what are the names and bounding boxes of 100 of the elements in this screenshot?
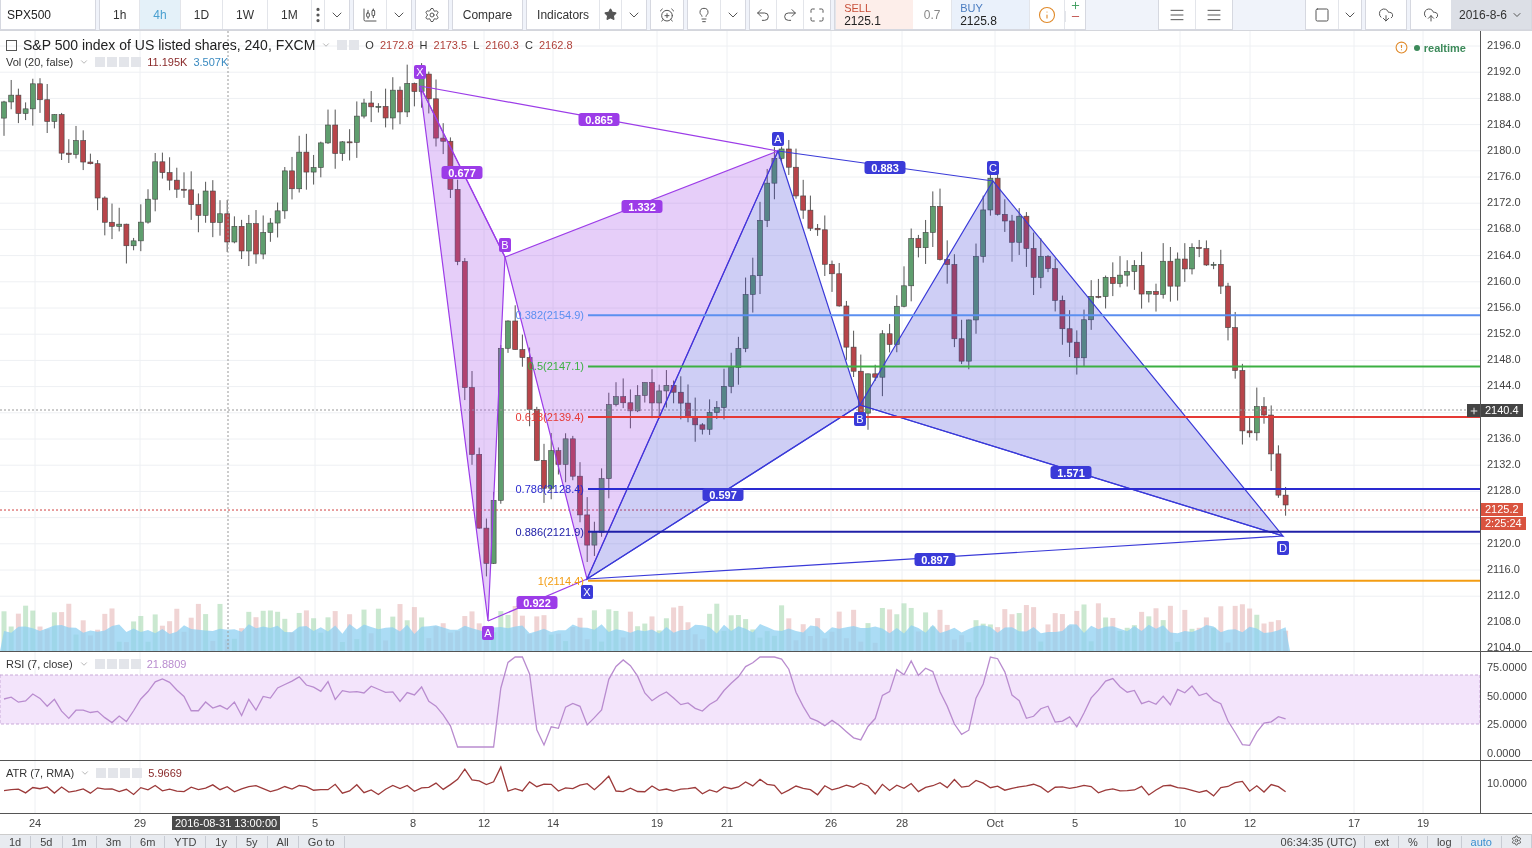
- axis-tick: 10.0000: [1486, 777, 1528, 790]
- price-tick: 2136.0: [1486, 431, 1522, 445]
- fib-level-label: 1(2114.4): [537, 574, 584, 587]
- ohlc-value: 2173.5: [433, 39, 468, 51]
- range-button[interactable]: 3m: [96, 835, 132, 848]
- time-tick: 8: [409, 817, 417, 829]
- ratio-label: 0.677: [441, 166, 483, 179]
- axis-tick: 0.0000: [1486, 746, 1522, 760]
- axis-tick: 50.0000: [1486, 689, 1528, 703]
- spread-value: 0.7: [922, 6, 942, 24]
- indicator-label: ATR (7, RMA): [6, 767, 75, 779]
- price-tick: 2132.0: [1486, 458, 1522, 471]
- range-button[interactable]: All: [267, 835, 299, 848]
- price-tick: 2164.0: [1486, 248, 1522, 262]
- price-tick: 2148.0: [1486, 353, 1522, 367]
- realtime-status: realtime: [1413, 41, 1466, 54]
- last-price: 2125.2: [1481, 503, 1523, 516]
- price-tick: 2184.0: [1486, 117, 1522, 131]
- range-button[interactable]: 6m: [131, 835, 166, 848]
- range-button[interactable]: 5d: [31, 835, 63, 848]
- time-tick: 29: [133, 817, 147, 829]
- price-tick: 2168.0: [1486, 222, 1522, 236]
- time-tick: 5: [311, 817, 319, 829]
- indicator-value: 3.507K: [193, 56, 229, 68]
- time-tick: 14: [546, 817, 560, 829]
- time-tick: 10: [1173, 817, 1187, 829]
- chart-title: S&P 500 index of US listed shares, 240, FXCM: [23, 37, 316, 53]
- indicator-label: Vol (20, false): [6, 56, 74, 68]
- range-button[interactable]: 1d: [0, 835, 32, 848]
- price-tick: 2160.0: [1486, 274, 1522, 288]
- point-label: C: [987, 161, 999, 175]
- ohlc-value: 2162.8: [538, 39, 573, 51]
- scale-option[interactable]: ext: [1365, 835, 1400, 848]
- ohlc-key: H: [419, 39, 428, 51]
- price-tick: 2156.0: [1486, 300, 1522, 314]
- ratio-label: 0.597: [702, 488, 744, 501]
- range-button[interactable]: 5y: [236, 835, 268, 848]
- scale-option[interactable]: %: [1399, 835, 1428, 848]
- price-tick: 2180.0: [1486, 143, 1522, 157]
- point-label: D: [1277, 541, 1289, 555]
- ohlc-value: 2160.3: [485, 39, 519, 51]
- symbol-field[interactable]: SPX500: [0, 0, 96, 30]
- ratio-label: 1.571: [1050, 466, 1092, 479]
- time-tick: 5: [1071, 817, 1079, 829]
- ohlc-key: C: [524, 39, 533, 51]
- indicator-label: RSI (7, close): [6, 658, 73, 670]
- scale-option[interactable]: log: [1427, 835, 1462, 848]
- ohlc-key: O: [365, 39, 374, 51]
- point-label: X: [414, 65, 426, 79]
- point-label: B: [854, 412, 866, 426]
- price-tick: 2176.0: [1486, 169, 1522, 183]
- ohlc-key: L: [473, 39, 480, 51]
- time-tick: 26: [824, 817, 838, 829]
- indicator-value: 21.8809: [146, 658, 187, 670]
- clock: 06:34:35 (UTC): [1272, 835, 1366, 848]
- chart-name-button[interactable]: 2016-8-6: [1450, 0, 1531, 29]
- point-label: B: [499, 238, 511, 252]
- ohlc-value: 2172.8: [379, 39, 414, 51]
- point-label: A: [772, 132, 784, 146]
- price-tick: 2108.0: [1486, 615, 1522, 629]
- ratio-label: 1.332: [621, 200, 663, 213]
- ratio-label: 0.883: [864, 161, 906, 174]
- time-tick: 24: [28, 817, 42, 829]
- price-tick: 2112.0: [1486, 588, 1521, 602]
- time-tick: 19: [1416, 817, 1430, 829]
- buy-button[interactable]: BUY 2125.8: [951, 0, 1030, 29]
- ratio-label: 0.865: [578, 113, 620, 126]
- time-tick: 12: [477, 817, 491, 829]
- price-tick: 2192.0: [1486, 65, 1522, 79]
- price-tick: 2172.0: [1486, 196, 1522, 210]
- time-tick: 12: [1243, 817, 1257, 829]
- axis-tick: 75.0000: [1486, 661, 1528, 674]
- point-label: A: [482, 626, 494, 640]
- goto-button[interactable]: Go to: [298, 835, 345, 848]
- axis-tick: 25.0000: [1486, 718, 1528, 732]
- indicator-value: 11.195K: [147, 56, 188, 68]
- range-button[interactable]: 1m: [62, 835, 97, 848]
- indicator-value: 5.9669: [148, 767, 182, 779]
- price-tick: 2144.0: [1486, 379, 1522, 393]
- time-tick: 21: [720, 817, 734, 829]
- crosshair-price: 2140.4: [1481, 404, 1523, 417]
- price-tick: 2128.0: [1486, 484, 1522, 498]
- ratio-label: 0.897: [914, 553, 956, 566]
- price-tick: 2188.0: [1486, 91, 1522, 105]
- crosshair-time: 2016-08-31 13:00:00: [172, 816, 281, 830]
- range-button[interactable]: YTD: [165, 835, 207, 848]
- price-tick: 2116.0: [1486, 562, 1521, 576]
- price-tick: 2104.0: [1486, 641, 1522, 655]
- sell-button[interactable]: SELL 2125.1: [835, 0, 914, 29]
- time-tick: 17: [1347, 817, 1361, 829]
- price-tick: 2196.0: [1486, 39, 1522, 52]
- time-tick: 28: [895, 817, 909, 829]
- ratio-label: 0.922: [516, 596, 558, 609]
- price-tick: 2152.0: [1486, 327, 1522, 341]
- time-tick: 19: [650, 817, 664, 829]
- range-button[interactable]: 1y: [206, 835, 237, 848]
- price-tick: 2120.0: [1486, 536, 1522, 550]
- point-label: X: [581, 585, 593, 599]
- bar-countdown: 2:25:24: [1481, 517, 1526, 530]
- time-tick: Oct: [986, 817, 1004, 829]
